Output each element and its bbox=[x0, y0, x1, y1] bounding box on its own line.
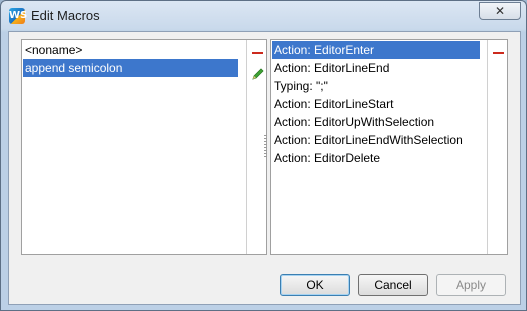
cancel-button[interactable]: Cancel bbox=[358, 274, 428, 296]
action-list-item[interactable]: Action: EditorDelete bbox=[272, 149, 480, 167]
edit-macros-dialog: WS Edit Macros ✕ <noname> append semicol… bbox=[0, 0, 527, 311]
action-list-item[interactable]: Typing: ";" bbox=[272, 77, 480, 95]
action-list-item[interactable]: Action: EditorLineEndWithSelection bbox=[272, 131, 480, 149]
ok-button[interactable]: OK bbox=[280, 274, 350, 296]
dialog-title: Edit Macros bbox=[31, 8, 100, 23]
close-button[interactable]: ✕ bbox=[479, 2, 521, 20]
remove-macro-icon[interactable] bbox=[252, 52, 263, 54]
macros-toolbar bbox=[246, 40, 266, 254]
splitter-handle[interactable] bbox=[264, 135, 267, 159]
title-bar: WS Edit Macros ✕ bbox=[1, 1, 526, 31]
dialog-content: <noname> append semicolon Action: Editor… bbox=[8, 31, 521, 305]
macro-list-item[interactable]: append semicolon bbox=[23, 59, 238, 77]
action-list-item[interactable]: Action: EditorLineStart bbox=[272, 95, 480, 113]
actions-panel: Action: EditorEnter Action: EditorLineEn… bbox=[270, 39, 508, 255]
actions-list[interactable]: Action: EditorEnter Action: EditorLineEn… bbox=[272, 41, 480, 167]
action-list-item[interactable]: Action: EditorEnter bbox=[272, 41, 480, 59]
apply-button[interactable]: Apply bbox=[436, 274, 506, 296]
macros-list[interactable]: <noname> append semicolon bbox=[23, 41, 238, 77]
macros-panel: <noname> append semicolon bbox=[21, 39, 267, 255]
remove-action-icon[interactable] bbox=[493, 52, 504, 54]
actions-toolbar bbox=[487, 40, 507, 254]
macro-list-item[interactable]: <noname> bbox=[23, 41, 238, 59]
webstorm-app-icon: WS bbox=[9, 8, 27, 24]
action-list-item[interactable]: Action: EditorLineEnd bbox=[272, 59, 480, 77]
edit-pencil-icon[interactable] bbox=[251, 67, 265, 81]
close-icon: ✕ bbox=[494, 4, 506, 18]
action-list-item[interactable]: Action: EditorUpWithSelection bbox=[272, 113, 480, 131]
